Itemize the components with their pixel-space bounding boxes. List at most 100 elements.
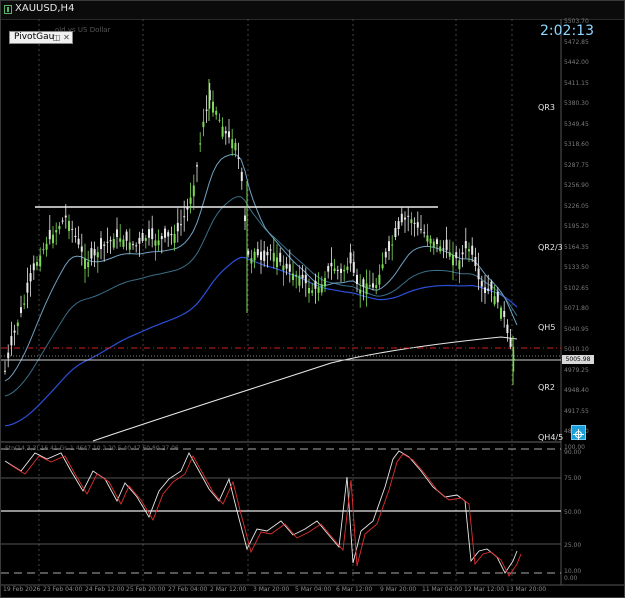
candle-body [20, 307, 22, 313]
candle-body [442, 248, 445, 250]
price-axis-tick: 5071.80 [564, 305, 589, 312]
candle-body [244, 215, 246, 221]
candle-body [477, 268, 480, 280]
candle-body [285, 263, 288, 269]
candle-body [372, 283, 374, 288]
candle-body [68, 221, 70, 231]
price-axis-tick: 5472.85 [564, 38, 589, 46]
candle-body [224, 131, 227, 134]
price-axis-tick: 4948.40 [564, 387, 589, 394]
candle-body [122, 239, 125, 247]
candle-body [90, 248, 93, 259]
candle-body [346, 266, 349, 271]
candle-body [279, 252, 282, 262]
candle-body [100, 238, 102, 249]
candle-body [445, 239, 448, 251]
candle-body [202, 121, 205, 128]
candle-body [228, 131, 230, 138]
moving-average-mid [4, 196, 518, 397]
candle-body [112, 238, 115, 248]
price-axis-tick: 5102.65 [564, 284, 589, 292]
moving-average-long [92, 336, 518, 442]
candle-body [394, 228, 397, 237]
date-axis-tick: 13 Mar 20:00 [506, 586, 547, 593]
oscillator-axis-tick: 10.00 [564, 568, 582, 575]
stochastic-signal-line [8, 453, 522, 577]
candle-body [64, 215, 67, 218]
candle-body [205, 109, 208, 111]
candle-body [356, 274, 358, 284]
candle-body [144, 238, 147, 241]
candle-body [74, 235, 77, 237]
pivot-indicator-box[interactable]: PivotGau ◫ ✕ [9, 31, 73, 44]
candle-body [138, 237, 141, 244]
candle-body [132, 243, 134, 245]
candle-body [413, 222, 416, 224]
candle-body [468, 249, 470, 252]
candle-body [93, 249, 96, 256]
candle-body [148, 229, 150, 238]
candle-body [183, 216, 186, 218]
candle-body [349, 252, 352, 264]
candle-body [487, 288, 490, 291]
candle-body [221, 126, 224, 137]
candle-body [314, 280, 317, 289]
candle-body [288, 264, 291, 272]
price-axis-tick: 5164.35 [564, 243, 589, 251]
price-chart[interactable] [1, 1, 624, 597]
candle-body [231, 139, 234, 149]
candle-body [391, 244, 394, 246]
candle-body [426, 235, 429, 242]
candle-body [48, 230, 51, 240]
price-axis-tick: 5349.45 [564, 120, 589, 128]
oscillator-axis-tick: 90.00 [564, 449, 582, 456]
candle-body [378, 274, 381, 285]
candle-body [263, 250, 266, 261]
candle-body [106, 241, 109, 243]
candle-body [55, 230, 58, 233]
restore-icon[interactable]: ◫ [52, 33, 61, 42]
candle-body [471, 245, 474, 255]
candle-body [455, 252, 458, 259]
candle-body [420, 229, 422, 231]
candle-body [311, 290, 314, 293]
chart-navigator-button[interactable] [571, 425, 586, 440]
date-axis-tick: 2 Mar 12:00 [210, 586, 247, 593]
candle-body [128, 242, 131, 250]
candle-body [410, 219, 413, 224]
candle-body [496, 291, 499, 303]
candle-body [42, 249, 45, 251]
candle-body [23, 303, 26, 305]
oscillator-axis-tick: 25.00 [564, 542, 582, 549]
date-axis-tick: 6 Mar 12:00 [336, 586, 373, 593]
candle-body [295, 274, 298, 277]
price-axis-tick: 5503.70 [564, 18, 589, 25]
candle-body [397, 221, 400, 229]
candle-body [320, 284, 323, 293]
candle-body [253, 251, 256, 261]
candle-body [324, 278, 326, 287]
candle-body [333, 268, 336, 271]
pivot-label-qr2-3: QR2/3 [538, 243, 563, 252]
candle-body [436, 239, 438, 244]
candle-body [77, 238, 80, 245]
price-axis-tick: 5195.20 [564, 223, 589, 230]
candle-body [212, 101, 214, 113]
oscillator-header: Sto(14,3,3) 16.41 Gr. 1.4647 10.2 20.5 4… [5, 445, 179, 452]
candle-body [189, 197, 192, 204]
close-icon[interactable]: ✕ [62, 33, 71, 42]
candle-body [304, 274, 307, 284]
candle-body [32, 263, 35, 271]
date-axis-tick: 27 Feb 04:00 [168, 586, 208, 593]
candle-body [292, 273, 294, 280]
candle-body [135, 245, 138, 247]
candle-body [509, 337, 512, 347]
candle-body [368, 285, 371, 287]
candle-body [400, 213, 403, 223]
oscillator-axis-tick: 0.00 [564, 575, 578, 582]
candle-body [506, 324, 509, 333]
candle-body [340, 268, 342, 273]
candle-body [84, 258, 86, 269]
price-axis-tick: 5010.10 [564, 346, 589, 353]
date-axis-tick: 12 Mar 12:00 [464, 586, 505, 593]
